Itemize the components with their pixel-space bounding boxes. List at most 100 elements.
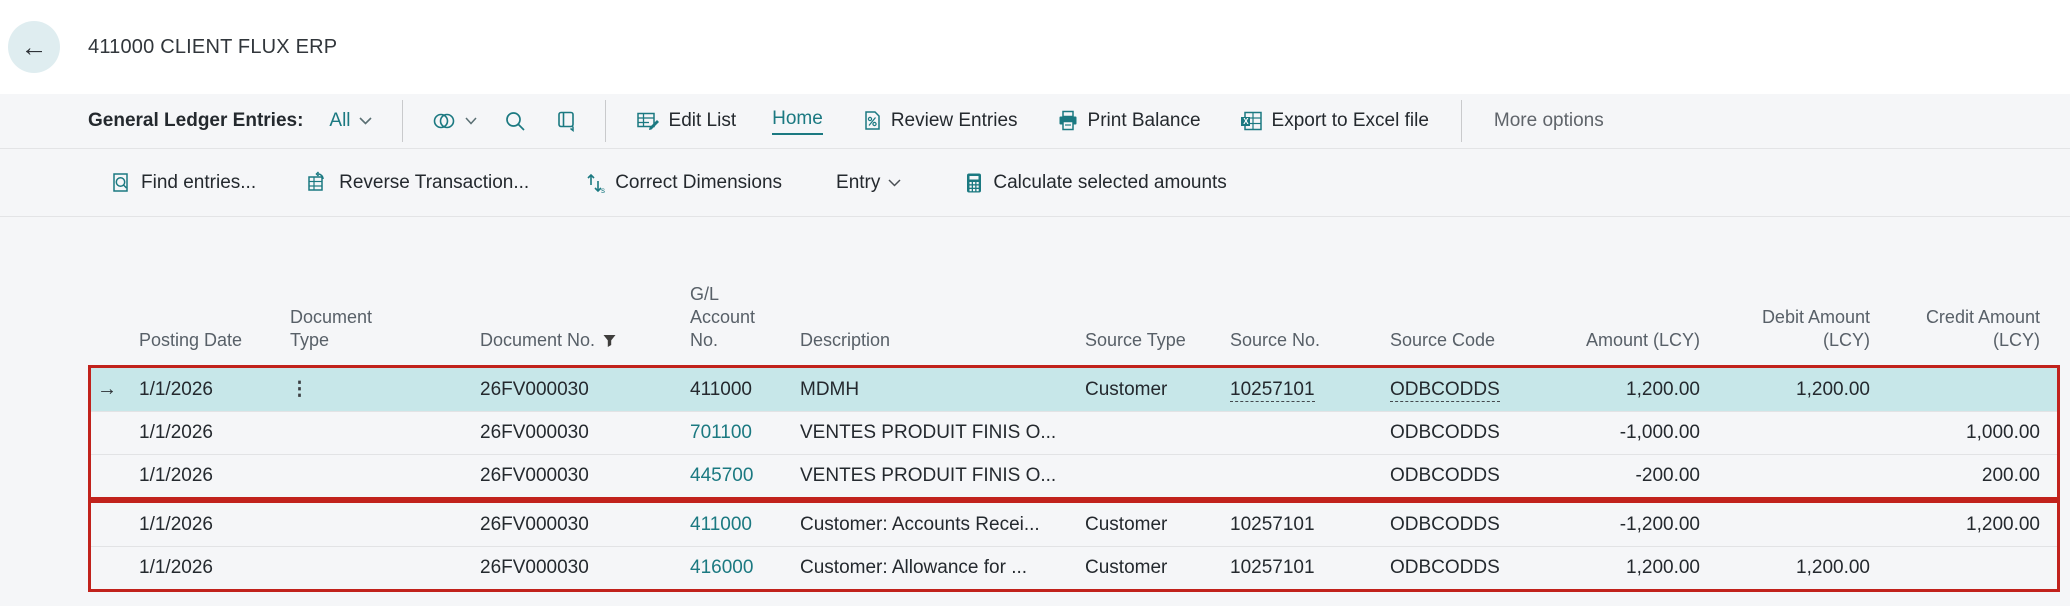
export-excel-button[interactable]: X Export to Excel file: [1239, 109, 1429, 133]
header-amount-lcy-label: Amount (LCY): [1586, 330, 1700, 350]
back-button[interactable]: ←: [8, 21, 60, 73]
header-description[interactable]: Description: [775, 329, 1075, 352]
cell-row-indicator: →: [91, 378, 137, 401]
correct-dimensions-button[interactable]: s Correct Dimensions: [583, 171, 782, 195]
cell-gl-account-no[interactable]: 701100: [640, 422, 775, 444]
cell-source-code[interactable]: ODBCODDS: [1355, 379, 1530, 401]
cell-document-no[interactable]: 26FV000030: [460, 379, 640, 401]
header-source-no[interactable]: Source No.: [1215, 329, 1355, 352]
reverse-transaction-button[interactable]: Reverse Transaction...: [306, 171, 529, 195]
cell-source-type[interactable]: Customer: [1075, 514, 1215, 536]
analyze-button[interactable]: [431, 109, 477, 133]
header-source-code[interactable]: Source Code: [1355, 329, 1530, 352]
header-gl-account-no-label: G/L Account No.: [690, 283, 772, 352]
source-code-drilldown-link[interactable]: ODBCODDS: [1390, 379, 1500, 402]
correct-dimensions-label: Correct Dimensions: [615, 172, 782, 194]
cell-gl-account-no[interactable]: 416000: [640, 557, 775, 579]
cell-source-code[interactable]: ODBCODDS: [1355, 422, 1530, 444]
cell-document-no[interactable]: 26FV000030: [460, 465, 640, 487]
cell-gl-account-no[interactable]: 411000: [640, 379, 775, 401]
header-source-type[interactable]: Source Type: [1075, 329, 1215, 352]
cell-source-code[interactable]: ODBCODDS: [1355, 514, 1530, 536]
view-filter-dropdown[interactable]: All: [329, 110, 371, 132]
header-gl-account-no[interactable]: G/L Account No.: [640, 283, 775, 352]
cell-gl-account-no[interactable]: 445700: [640, 465, 775, 487]
cell-document-type[interactable]: ⋮: [262, 378, 460, 401]
print-balance-label: Print Balance: [1088, 110, 1201, 132]
cell-posting-date[interactable]: 1/1/2026: [137, 514, 262, 536]
header-credit-amount-lcy[interactable]: Credit Amount (LCY): [1875, 306, 2057, 352]
print-balance-button[interactable]: Print Balance: [1056, 109, 1201, 133]
cell-description[interactable]: VENTES PRODUIT FINIS O...: [775, 422, 1075, 444]
cell-posting-date[interactable]: 1/1/2026: [137, 379, 262, 401]
gl-account-link[interactable]: 411000: [690, 514, 752, 535]
cell-source-code[interactable]: ODBCODDS: [1355, 557, 1530, 579]
cell-amount-lcy[interactable]: 1,200.00: [1530, 557, 1700, 579]
svg-text:s: s: [601, 186, 605, 195]
view-filter-label: All: [329, 110, 350, 132]
search-button[interactable]: [503, 109, 527, 133]
find-entries-button[interactable]: Find entries...: [110, 171, 256, 195]
table-row[interactable]: 1/1/2026 26FV000030 445700 VENTES PRODUI…: [91, 454, 2057, 497]
gl-account-link[interactable]: 701100: [690, 422, 752, 443]
cell-description[interactable]: Customer: Allowance for ...: [775, 557, 1075, 579]
source-no-drilldown-link[interactable]: 10257101: [1230, 379, 1315, 402]
more-options-button[interactable]: More options: [1494, 110, 1604, 132]
row-menu-icon[interactable]: ⋮: [290, 379, 309, 400]
review-entries-button[interactable]: Review Entries: [861, 109, 1018, 133]
cell-debit-amount[interactable]: 1,200.00: [1700, 557, 1875, 579]
cell-amount-lcy[interactable]: 1,200.00: [1530, 379, 1700, 401]
header-document-no[interactable]: Document No.: [460, 329, 640, 352]
cell-posting-date[interactable]: 1/1/2026: [137, 557, 262, 579]
search-icon: [503, 109, 527, 133]
cell-description[interactable]: VENTES PRODUIT FINIS O...: [775, 465, 1075, 487]
action-bar: Find entries... Reverse Transaction... s…: [0, 148, 2070, 217]
cell-description[interactable]: Customer: Accounts Recei...: [775, 514, 1075, 536]
table-row[interactable]: → 1/1/2026 ⋮ 26FV000030 411000 MDMH Cust…: [91, 368, 2057, 411]
header-amount-lcy[interactable]: Amount (LCY): [1530, 329, 1700, 352]
cell-source-no[interactable]: 10257101: [1215, 379, 1355, 401]
cell-source-type[interactable]: Customer: [1075, 379, 1215, 401]
edit-list-button[interactable]: Edit List: [636, 109, 737, 133]
gl-account-link[interactable]: 416000: [690, 557, 753, 578]
focus-mode-icon: [553, 109, 577, 133]
cell-document-no[interactable]: 26FV000030: [460, 422, 640, 444]
header-document-type[interactable]: Document Type: [262, 306, 460, 352]
table-row[interactable]: 1/1/2026 26FV000030 701100 VENTES PRODUI…: [91, 411, 2057, 454]
cell-source-type[interactable]: Customer: [1075, 557, 1215, 579]
focus-mode-button[interactable]: [553, 109, 577, 133]
cell-amount-lcy[interactable]: -1,000.00: [1530, 422, 1700, 444]
cell-source-no[interactable]: 10257101: [1215, 514, 1355, 536]
cell-document-no[interactable]: 26FV000030: [460, 514, 640, 536]
header-debit-amount-lcy[interactable]: Debit Amount (LCY): [1700, 306, 1875, 352]
table-row[interactable]: 1/1/2026 26FV000030 416000 Customer: All…: [91, 546, 2057, 589]
cell-debit-amount[interactable]: 1,200.00: [1700, 379, 1875, 401]
cell-source-code[interactable]: ODBCODDS: [1355, 465, 1530, 487]
command-bar: General Ledger Entries: All: [0, 94, 2070, 148]
tab-home[interactable]: Home: [772, 108, 823, 135]
cell-amount-lcy[interactable]: -200.00: [1530, 465, 1700, 487]
entry-dropdown[interactable]: Entry: [836, 172, 901, 194]
cell-amount-lcy[interactable]: -1,200.00: [1530, 514, 1700, 536]
chevron-down-icon: [888, 179, 901, 187]
header-source-type-label: Source Type: [1085, 330, 1186, 350]
cell-posting-date[interactable]: 1/1/2026: [137, 465, 262, 487]
cell-gl-account-no[interactable]: 411000: [640, 514, 775, 536]
calculate-amounts-button[interactable]: Calculate selected amounts: [963, 171, 1226, 195]
header-document-type-label: Document Type: [290, 306, 398, 352]
header-posting-date[interactable]: Posting Date: [137, 329, 262, 352]
gl-account-link[interactable]: 445700: [690, 465, 753, 486]
cell-credit-amount[interactable]: 200.00: [1875, 465, 2057, 487]
home-label: Home: [772, 108, 823, 130]
cell-source-no[interactable]: 10257101: [1215, 557, 1355, 579]
cell-description[interactable]: MDMH: [775, 379, 1075, 401]
cell-credit-amount[interactable]: 1,200.00: [1875, 514, 2057, 536]
chevron-down-icon: [465, 117, 477, 125]
selected-row-arrow-icon: →: [97, 378, 117, 400]
table-row[interactable]: 1/1/2026 26FV000030 411000 Customer: Acc…: [91, 503, 2057, 546]
cell-credit-amount[interactable]: 1,000.00: [1875, 422, 2057, 444]
divider: [1461, 100, 1462, 142]
cell-posting-date[interactable]: 1/1/2026: [137, 422, 262, 444]
calculate-amounts-label: Calculate selected amounts: [993, 172, 1226, 194]
cell-document-no[interactable]: 26FV000030: [460, 557, 640, 579]
